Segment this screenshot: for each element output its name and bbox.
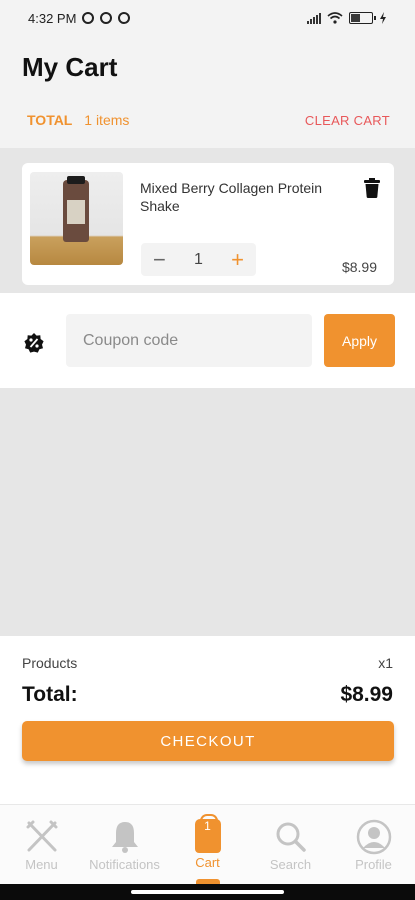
nav-label-profile: Profile	[355, 857, 392, 872]
nav-item-cart[interactable]: 1 Cart	[166, 805, 249, 884]
products-label: Products	[22, 655, 78, 671]
items-count: 1 items	[84, 112, 130, 128]
app-notification-icon	[118, 12, 131, 24]
trash-icon[interactable]	[364, 178, 380, 198]
nav-label-notifications: Notifications	[89, 857, 160, 872]
nav-item-menu[interactable]: Menu	[0, 805, 83, 884]
nav-label-menu: Menu	[25, 857, 58, 872]
nav-item-profile[interactable]: Profile	[332, 805, 415, 884]
products-count: x1	[378, 655, 393, 671]
apply-coupon-button[interactable]: Apply	[324, 314, 395, 367]
system-gesture-bar	[0, 884, 415, 900]
cart-total-summary: TOTAL 1 items	[27, 112, 129, 128]
bottom-navigation: Menu Notifications 1 Cart Search Profile	[0, 804, 415, 884]
cart-item: Mixed Berry Collagen Protein Shake − 1 +…	[22, 163, 394, 285]
profile-icon	[356, 819, 391, 855]
nav-item-search[interactable]: Search	[249, 805, 332, 884]
signal-icon	[307, 12, 321, 24]
status-bar: 4:32 PM	[0, 0, 415, 36]
product-name: Mixed Berry Collagen Protein Shake	[140, 180, 323, 214]
nav-item-notifications[interactable]: Notifications	[83, 805, 166, 884]
wifi-icon	[327, 12, 343, 24]
cart-header: My Cart TOTAL 1 items CLEAR CART	[0, 36, 415, 148]
status-right	[307, 12, 387, 24]
product-price: $8.99	[341, 259, 377, 275]
cart-total-row: TOTAL 1 items CLEAR CART	[27, 112, 390, 128]
product-image	[30, 172, 123, 265]
decrease-quantity-button[interactable]: −	[153, 247, 166, 273]
coupon-section: Apply	[0, 293, 415, 388]
clear-cart-button[interactable]: CLEAR CART	[305, 113, 390, 128]
status-time: 4:32 PM	[28, 10, 77, 26]
battery-icon	[349, 12, 376, 24]
alarm-icon	[82, 12, 95, 24]
total-label: Total:	[22, 683, 78, 706]
search-icon	[276, 822, 306, 852]
coupon-code-input[interactable]	[66, 314, 312, 367]
cart-badge-count: 1	[204, 819, 211, 833]
bell-icon	[111, 822, 138, 853]
app-notification-icon	[100, 12, 113, 24]
page-title: My Cart	[22, 52, 118, 82]
utensils-icon	[26, 820, 57, 852]
quantity-stepper: − 1 +	[141, 243, 256, 276]
status-left: 4:32 PM	[28, 10, 131, 26]
quantity-value: 1	[194, 250, 203, 268]
home-indicator[interactable]	[131, 890, 284, 894]
cart-bag-icon: 1	[194, 814, 221, 853]
increase-quantity-button[interactable]: +	[231, 247, 244, 273]
total-value: $8.99	[340, 683, 393, 706]
charging-icon	[380, 12, 386, 24]
order-summary: Products x1 Total: $8.99 CHECKOUT	[0, 636, 415, 804]
nav-label-cart: Cart	[195, 855, 220, 870]
total-label: TOTAL	[27, 112, 73, 128]
discount-badge-icon	[24, 333, 44, 353]
checkout-button[interactable]: CHECKOUT	[22, 721, 394, 761]
nav-label-search: Search	[269, 857, 312, 872]
